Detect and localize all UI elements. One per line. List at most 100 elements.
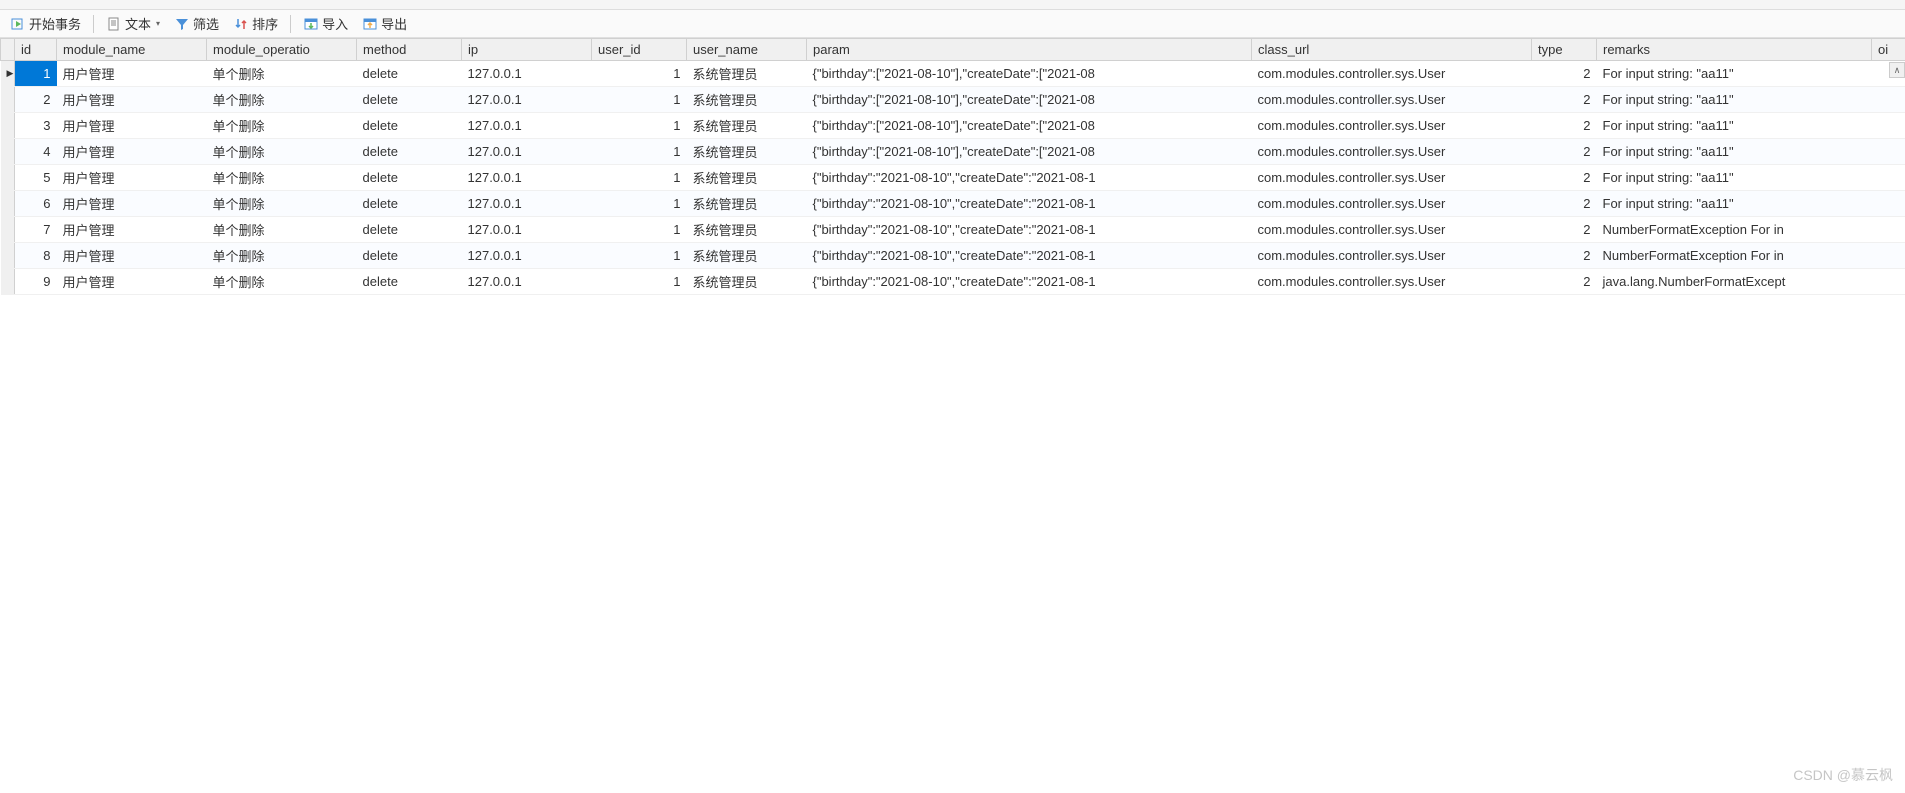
- cell-user_name[interactable]: 系统管理员: [687, 87, 807, 113]
- table-row[interactable]: 3用户管理单个删除delete127.0.0.11系统管理员{"birthday…: [1, 113, 1905, 139]
- table-row[interactable]: ▶1用户管理单个删除delete127.0.0.11系统管理员{"birthda…: [1, 61, 1905, 87]
- cell-param[interactable]: {"birthday":"2021-08-10","createDate":"2…: [807, 191, 1252, 217]
- cell-module_name[interactable]: 用户管理: [57, 165, 207, 191]
- cell-ip[interactable]: 127.0.0.1: [462, 113, 592, 139]
- cell-user_name[interactable]: 系统管理员: [687, 217, 807, 243]
- cell-id[interactable]: 2: [15, 87, 57, 113]
- col-id[interactable]: id: [15, 39, 57, 61]
- cell-remarks[interactable]: For input string: "aa11": [1597, 191, 1872, 217]
- start-transaction-button[interactable]: 开始事务: [4, 12, 87, 35]
- cell-ip[interactable]: 127.0.0.1: [462, 217, 592, 243]
- col-module-operation[interactable]: module_operatio: [207, 39, 357, 61]
- cell-type[interactable]: 2: [1532, 217, 1597, 243]
- cell-ip[interactable]: 127.0.0.1: [462, 269, 592, 295]
- cell-user_id[interactable]: 1: [592, 61, 687, 87]
- cell-module_name[interactable]: 用户管理: [57, 191, 207, 217]
- cell-param[interactable]: {"birthday":"2021-08-10","createDate":"2…: [807, 217, 1252, 243]
- col-user-name[interactable]: user_name: [687, 39, 807, 61]
- table-row[interactable]: 5用户管理单个删除delete127.0.0.11系统管理员{"birthday…: [1, 165, 1905, 191]
- cell-type[interactable]: 2: [1532, 87, 1597, 113]
- cell-class_url[interactable]: com.modules.controller.sys.User: [1252, 61, 1532, 87]
- cell-param[interactable]: {"birthday":["2021-08-10"],"createDate":…: [807, 87, 1252, 113]
- cell-class_url[interactable]: com.modules.controller.sys.User: [1252, 139, 1532, 165]
- cell-ip[interactable]: 127.0.0.1: [462, 139, 592, 165]
- cell-user_name[interactable]: 系统管理员: [687, 243, 807, 269]
- cell-method[interactable]: delete: [357, 243, 462, 269]
- col-oi[interactable]: oi: [1872, 39, 1905, 61]
- cell-user_name[interactable]: 系统管理员: [687, 113, 807, 139]
- cell-module_name[interactable]: 用户管理: [57, 139, 207, 165]
- table-row[interactable]: 8用户管理单个删除delete127.0.0.11系统管理员{"birthday…: [1, 243, 1905, 269]
- cell-module_name[interactable]: 用户管理: [57, 269, 207, 295]
- cell-module_operation[interactable]: 单个删除: [207, 191, 357, 217]
- cell-module_operation[interactable]: 单个删除: [207, 269, 357, 295]
- cell-type[interactable]: 2: [1532, 61, 1597, 87]
- cell-user_name[interactable]: 系统管理员: [687, 191, 807, 217]
- cell-method[interactable]: delete: [357, 139, 462, 165]
- cell-user_id[interactable]: 1: [592, 243, 687, 269]
- cell-module_operation[interactable]: 单个删除: [207, 165, 357, 191]
- cell-method[interactable]: delete: [357, 113, 462, 139]
- cell-module_name[interactable]: 用户管理: [57, 113, 207, 139]
- cell-module_operation[interactable]: 单个删除: [207, 243, 357, 269]
- cell-id[interactable]: 4: [15, 139, 57, 165]
- cell-method[interactable]: delete: [357, 61, 462, 87]
- cell-class_url[interactable]: com.modules.controller.sys.User: [1252, 217, 1532, 243]
- cell-module_name[interactable]: 用户管理: [57, 61, 207, 87]
- cell-method[interactable]: delete: [357, 217, 462, 243]
- cell-class_url[interactable]: com.modules.controller.sys.User: [1252, 191, 1532, 217]
- cell-module_operation[interactable]: 单个删除: [207, 61, 357, 87]
- cell-oi[interactable]: [1872, 269, 1905, 295]
- cell-oi[interactable]: [1872, 191, 1905, 217]
- cell-ip[interactable]: 127.0.0.1: [462, 191, 592, 217]
- cell-type[interactable]: 2: [1532, 243, 1597, 269]
- filter-button[interactable]: 筛选: [168, 12, 225, 35]
- table-row[interactable]: 7用户管理单个删除delete127.0.0.11系统管理员{"birthday…: [1, 217, 1905, 243]
- cell-remarks[interactable]: For input string: "aa11": [1597, 139, 1872, 165]
- cell-module_operation[interactable]: 单个删除: [207, 139, 357, 165]
- cell-id[interactable]: 9: [15, 269, 57, 295]
- cell-id[interactable]: 5: [15, 165, 57, 191]
- table-row[interactable]: 6用户管理单个删除delete127.0.0.11系统管理员{"birthday…: [1, 191, 1905, 217]
- cell-module_name[interactable]: 用户管理: [57, 217, 207, 243]
- cell-user_name[interactable]: 系统管理员: [687, 139, 807, 165]
- cell-param[interactable]: {"birthday":"2021-08-10","createDate":"2…: [807, 243, 1252, 269]
- cell-user_id[interactable]: 1: [592, 113, 687, 139]
- table-row[interactable]: 9用户管理单个删除delete127.0.0.11系统管理员{"birthday…: [1, 269, 1905, 295]
- cell-module_name[interactable]: 用户管理: [57, 87, 207, 113]
- cell-ip[interactable]: 127.0.0.1: [462, 165, 592, 191]
- cell-user_id[interactable]: 1: [592, 165, 687, 191]
- cell-module_operation[interactable]: 单个删除: [207, 217, 357, 243]
- col-method[interactable]: method: [357, 39, 462, 61]
- cell-id[interactable]: 7: [15, 217, 57, 243]
- cell-class_url[interactable]: com.modules.controller.sys.User: [1252, 269, 1532, 295]
- cell-user_id[interactable]: 1: [592, 87, 687, 113]
- col-module-name[interactable]: module_name: [57, 39, 207, 61]
- cell-user_name[interactable]: 系统管理员: [687, 61, 807, 87]
- cell-method[interactable]: delete: [357, 269, 462, 295]
- cell-type[interactable]: 2: [1532, 113, 1597, 139]
- cell-param[interactable]: {"birthday":["2021-08-10"],"createDate":…: [807, 139, 1252, 165]
- col-ip[interactable]: ip: [462, 39, 592, 61]
- cell-remarks[interactable]: NumberFormatException For in: [1597, 243, 1872, 269]
- cell-user_id[interactable]: 1: [592, 269, 687, 295]
- table-row[interactable]: 2用户管理单个删除delete127.0.0.11系统管理员{"birthday…: [1, 87, 1905, 113]
- col-remarks[interactable]: remarks: [1597, 39, 1872, 61]
- cell-param[interactable]: {"birthday":["2021-08-10"],"createDate":…: [807, 61, 1252, 87]
- cell-method[interactable]: delete: [357, 165, 462, 191]
- scroll-up-button[interactable]: ∧: [1889, 62, 1905, 78]
- cell-type[interactable]: 2: [1532, 269, 1597, 295]
- export-button[interactable]: 导出: [356, 12, 413, 35]
- table-row[interactable]: 4用户管理单个删除delete127.0.0.11系统管理员{"birthday…: [1, 139, 1905, 165]
- cell-param[interactable]: {"birthday":["2021-08-10"],"createDate":…: [807, 113, 1252, 139]
- cell-user_name[interactable]: 系统管理员: [687, 269, 807, 295]
- data-grid[interactable]: id module_name module_operatio method ip…: [0, 38, 1905, 295]
- cell-remarks[interactable]: For input string: "aa11": [1597, 87, 1872, 113]
- cell-type[interactable]: 2: [1532, 165, 1597, 191]
- cell-class_url[interactable]: com.modules.controller.sys.User: [1252, 243, 1532, 269]
- col-type[interactable]: type: [1532, 39, 1597, 61]
- col-user-id[interactable]: user_id: [592, 39, 687, 61]
- cell-remarks[interactable]: For input string: "aa11": [1597, 61, 1872, 87]
- cell-oi[interactable]: [1872, 139, 1905, 165]
- cell-user_id[interactable]: 1: [592, 217, 687, 243]
